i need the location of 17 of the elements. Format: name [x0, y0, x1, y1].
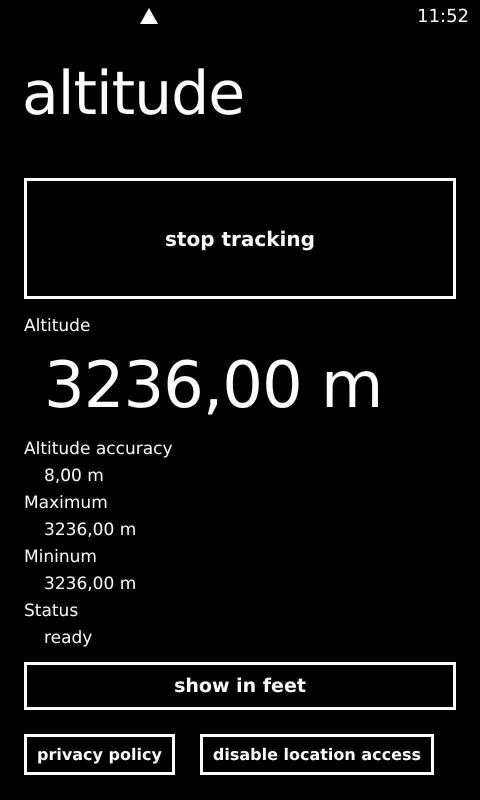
show-in-feet-button[interactable]: show in feet [24, 662, 456, 710]
page-title: altitude [22, 58, 244, 131]
footer-button[interactable]: disable location access [200, 734, 434, 775]
detail-value: 8,00 m [43, 465, 104, 488]
detail-value: 3236,00 m [43, 573, 136, 596]
footer-button[interactable]: privacy policy [24, 734, 175, 775]
detail-label: Mininum [24, 546, 97, 569]
altitude-label: Altitude [24, 315, 90, 338]
detail-label: Altitude accuracy [24, 438, 173, 461]
detail-value: ready [43, 627, 92, 650]
altitude-value: 3236,00 m [43, 348, 382, 425]
location-triangle-icon [140, 8, 158, 24]
detail-label: Maximum [24, 492, 108, 515]
detail-value: 3236,00 m [43, 519, 136, 542]
clock-time: 11:52 [417, 6, 469, 26]
detail-label: Status [24, 600, 78, 623]
stop-tracking-button[interactable]: stop tracking [24, 178, 456, 299]
